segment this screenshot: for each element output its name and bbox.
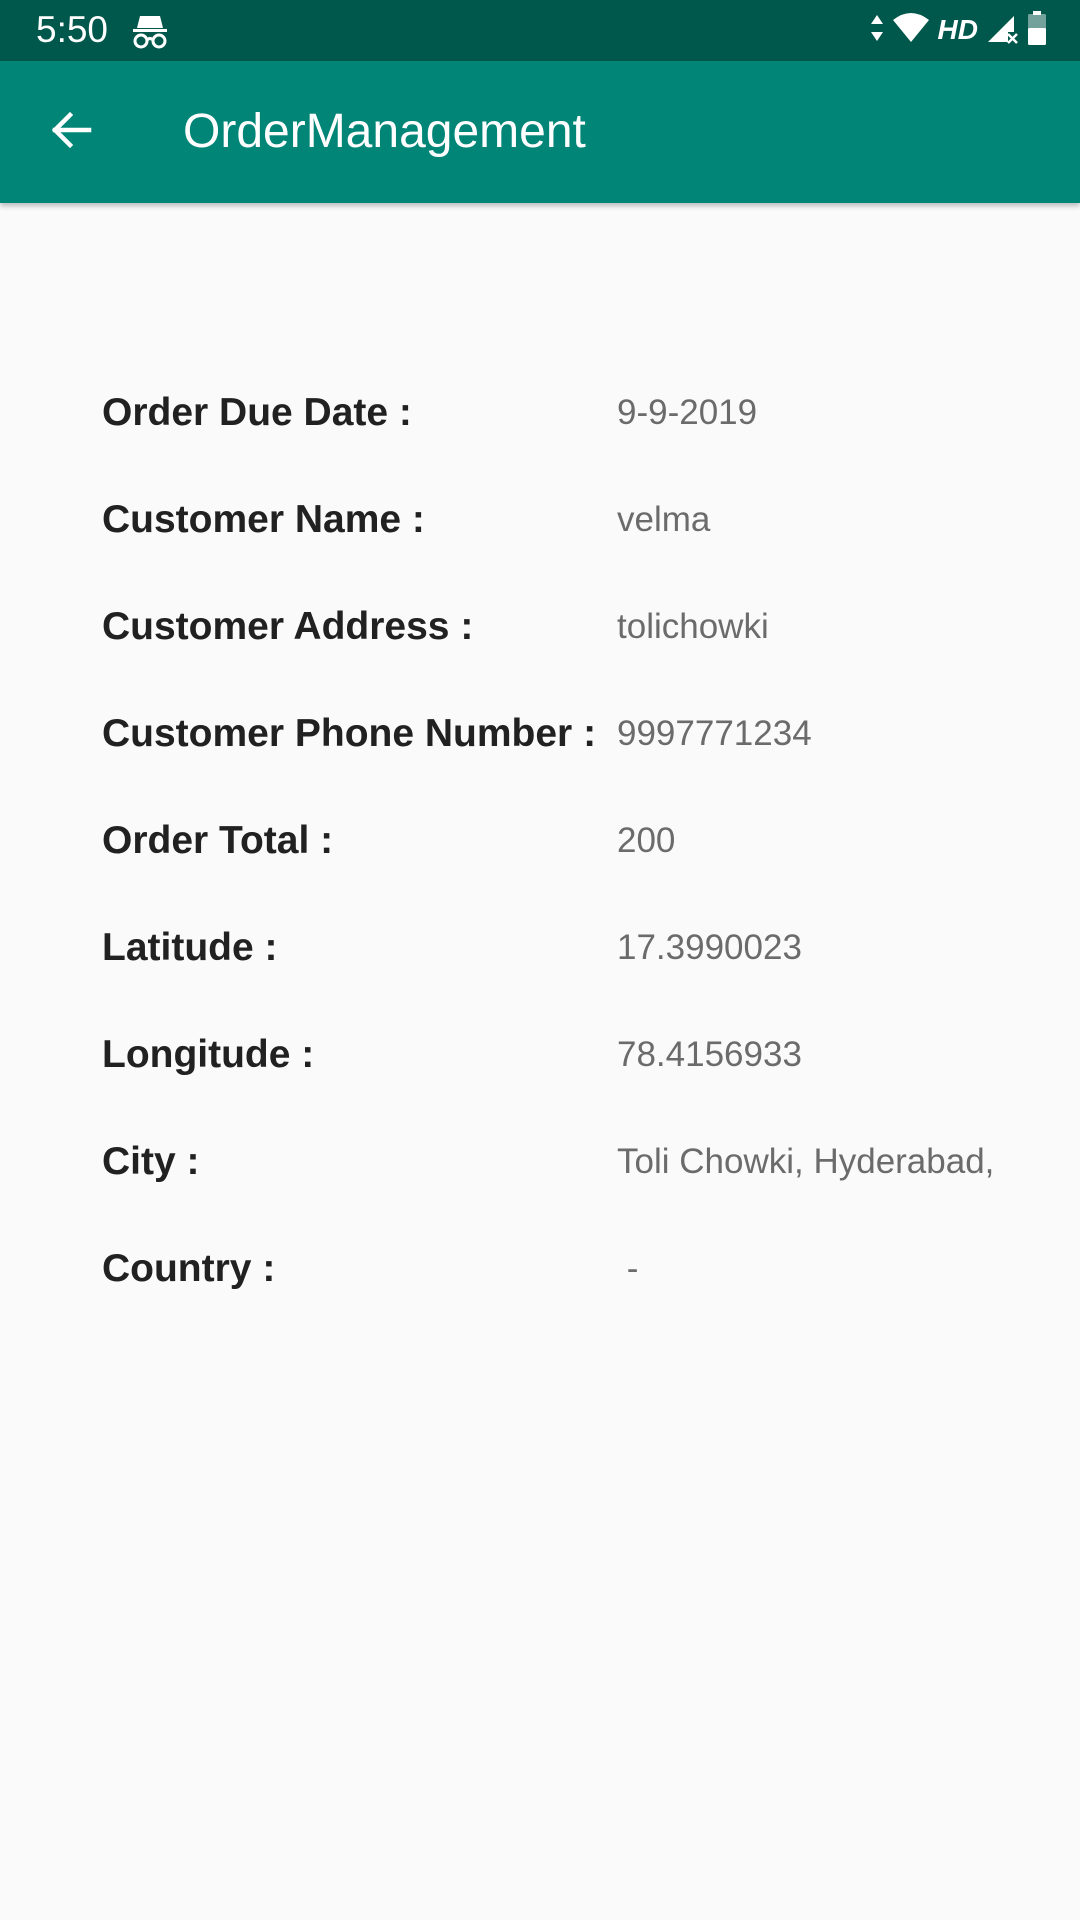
- detail-row-order-total: Order Total : 200: [0, 811, 1080, 871]
- detail-row-longitude: Longitude : 78.4156933: [0, 1025, 1080, 1085]
- signal-icon: [986, 12, 1018, 49]
- detail-value: 9-9-2019: [617, 393, 758, 432]
- arrow-back-icon[interactable]: [49, 108, 93, 157]
- detail-row-customer-address: Customer Address : tolichowki: [0, 597, 1080, 657]
- detail-value: 17.3990023: [617, 928, 802, 967]
- detail-label: Customer Name :: [102, 498, 425, 541]
- data-arrows-icon: [870, 13, 884, 48]
- detail-label: Country :: [102, 1247, 276, 1290]
- detail-row-customer-phone: Customer Phone Number : 9997771234: [0, 704, 1080, 764]
- wifi-icon: [892, 12, 930, 49]
- app-bar: OrderManagement: [0, 61, 1080, 203]
- detail-value: Toli Chowki, Hyderabad,: [617, 1142, 995, 1181]
- detail-row-country: Country : -: [0, 1239, 1080, 1299]
- detail-label: Order Total :: [102, 819, 334, 862]
- detail-label: Customer Address :: [102, 605, 474, 648]
- detail-row-order-due-date: Order Due Date : 9-9-2019: [0, 383, 1080, 443]
- detail-value: 200: [617, 821, 676, 860]
- detail-label: Customer Phone Number :: [102, 712, 597, 755]
- back-button[interactable]: [30, 91, 112, 173]
- network-type-label: HD: [937, 14, 978, 45]
- detail-row-latitude: Latitude : 17.3990023: [0, 918, 1080, 978]
- detail-value: velma: [617, 500, 711, 539]
- page-title: OrderManagement: [183, 105, 586, 158]
- incognito-icon: [132, 12, 168, 50]
- status-time: 5:50: [36, 9, 109, 50]
- battery-icon: [1026, 10, 1048, 51]
- detail-value: 78.4156933: [617, 1035, 802, 1074]
- detail-value: tolichowki: [617, 607, 769, 646]
- detail-label: Order Due Date :: [102, 391, 412, 434]
- status-bar: 5:50 HD: [0, 0, 1080, 61]
- detail-label: Latitude :: [102, 926, 278, 969]
- detail-row-customer-name: Customer Name : velma: [0, 490, 1080, 550]
- detail-label: City :: [102, 1140, 200, 1183]
- detail-value: -: [617, 1249, 639, 1288]
- detail-row-city: City : Toli Chowki, Hyderabad,: [0, 1132, 1080, 1192]
- detail-label: Longitude :: [102, 1033, 315, 1076]
- status-icons: HD: [862, 10, 1048, 50]
- detail-value: 9997771234: [617, 714, 812, 753]
